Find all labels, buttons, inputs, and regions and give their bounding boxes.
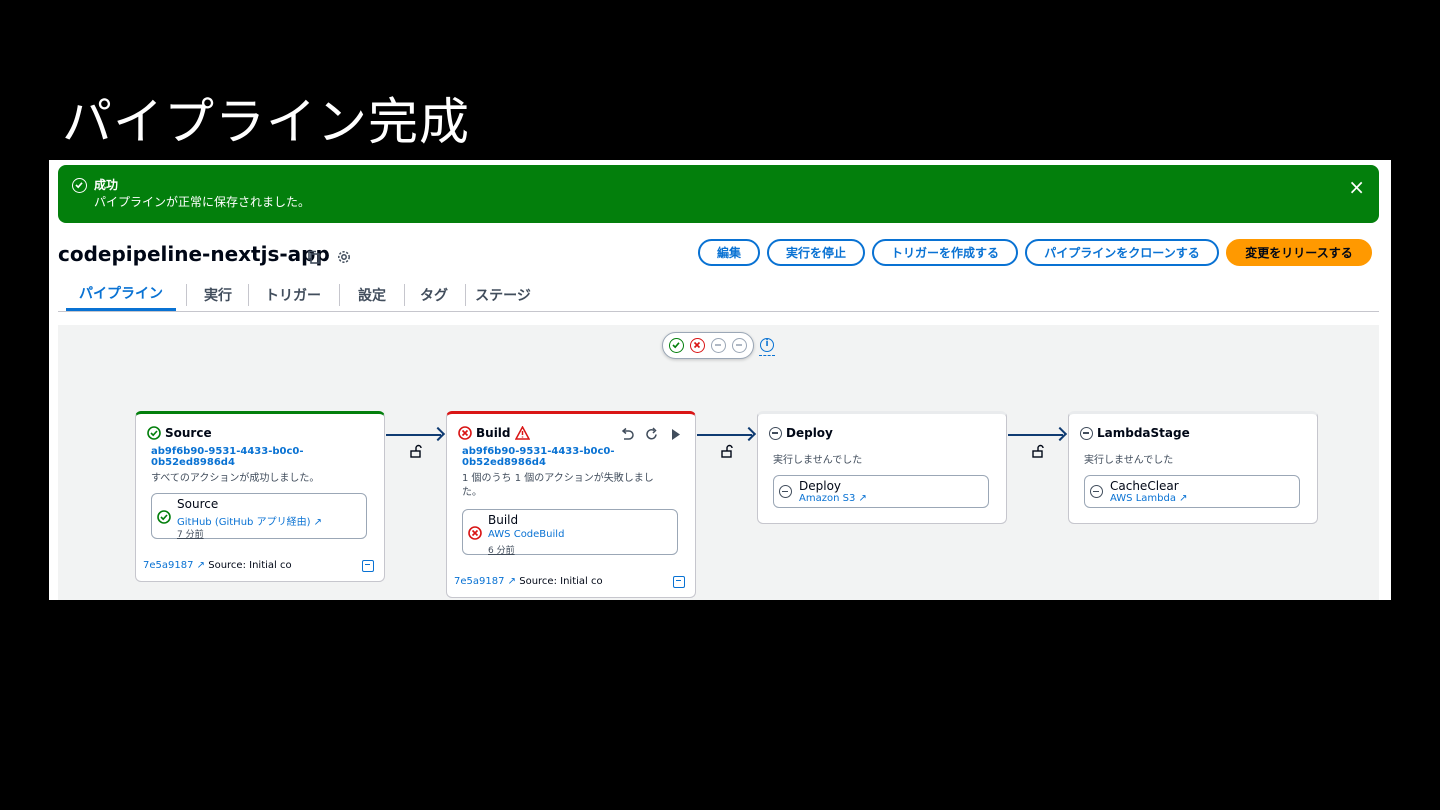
tab-pipeline[interactable]: パイプライン	[66, 278, 176, 311]
status-filter[interactable]	[662, 332, 754, 359]
stage-deploy: Deploy 実行しませんでした Deploy Amazon S3 ↗	[757, 411, 1007, 524]
gear-icon[interactable]	[336, 249, 352, 265]
not-run-icon	[769, 426, 782, 440]
release-change-button[interactable]: 変更をリリースする	[1226, 239, 1372, 266]
transition-arrow	[1008, 434, 1063, 436]
expand-icon[interactable]	[362, 560, 374, 572]
action-name: Deploy	[799, 479, 842, 493]
rollback-icon[interactable]	[620, 427, 635, 442]
warning-icon[interactable]	[514, 426, 530, 440]
not-run-icon	[779, 485, 792, 498]
tab-executions[interactable]: 実行	[192, 278, 244, 311]
copy-icon[interactable]	[306, 249, 322, 265]
action-source: Source GitHub (GitHub アプリ経由) ↗ 7 分前	[151, 493, 367, 540]
slide-title: パイプライン完成	[62, 93, 470, 151]
tab-divider	[339, 284, 340, 306]
edit-button[interactable]: 編集	[698, 239, 760, 266]
tab-stages[interactable]: ステージ	[470, 278, 536, 311]
error-icon	[468, 526, 482, 540]
expand-icon[interactable]	[673, 576, 685, 588]
stage-name: Build	[476, 426, 511, 440]
action-name: CacheClear	[1110, 479, 1179, 493]
success-icon	[157, 510, 171, 524]
clone-pipeline-button[interactable]: パイプラインをクローンする	[1025, 239, 1219, 266]
flash-title: 成功	[94, 178, 119, 192]
success-icon	[147, 426, 161, 440]
tab-divider	[465, 284, 466, 306]
external-link-icon: ↗	[858, 493, 867, 504]
tab-divider	[186, 284, 187, 306]
flash-message: パイプラインが正常に保存されました。	[94, 195, 311, 209]
transition-arrow	[697, 434, 752, 436]
commit-info: 7e5a9187 ↗ Source: Initial co	[143, 560, 292, 571]
stage-build: Build ab9f6b90-9531-4433-b0c0-0b52ed8986…	[446, 411, 696, 598]
stage-message: 実行しませんでした	[1084, 455, 1174, 466]
action-provider-link[interactable]: Amazon S3 ↗	[799, 493, 867, 504]
action-provider-link[interactable]: GitHub (GitHub アプリ経由) ↗	[177, 513, 322, 528]
unlock-icon[interactable]	[409, 444, 423, 458]
external-link-icon: ↗	[507, 576, 517, 587]
external-link-icon: ↗	[313, 517, 323, 528]
action-time: 7 分前	[177, 530, 204, 540]
tab-divider	[248, 284, 249, 306]
error-icon	[458, 426, 472, 440]
action-name: Build	[488, 513, 519, 527]
console-screenshot: 成功 パイプラインが正常に保存されました。 × codepipeline-nex…	[49, 160, 1391, 600]
close-icon[interactable]: ×	[1348, 177, 1365, 197]
commit-message: Source: Initial co	[519, 576, 603, 587]
stage-message: すべてのアクションが成功しました。	[151, 473, 320, 484]
action-provider-link[interactable]: AWS CodeBuild	[488, 529, 564, 540]
unlock-icon[interactable]	[1031, 444, 1045, 458]
play-icon[interactable]	[669, 427, 682, 442]
action-time: 6 分前	[488, 546, 515, 556]
success-flash-bar: 成功 パイプラインが正常に保存されました。 ×	[58, 165, 1379, 223]
pipeline-name: codepipeline-nextjs-app	[58, 242, 330, 266]
tab-tags[interactable]: タグ	[408, 278, 460, 311]
stage-name: Source	[165, 426, 212, 440]
commit-info: 7e5a9187 ↗ Source: Initial co	[454, 576, 603, 587]
execution-id-link[interactable]: ab9f6b90-9531-4433-b0c0-0b52ed8986d4	[151, 446, 384, 468]
execution-id-link[interactable]: ab9f6b90-9531-4433-b0c0-0b52ed8986d4	[462, 446, 695, 468]
stage-lambda: LambdaStage 実行しませんでした CacheClear AWS Lam…	[1068, 411, 1318, 524]
tab-triggers[interactable]: トリガー	[256, 278, 330, 311]
commit-id-link[interactable]: 7e5a9187	[143, 560, 193, 571]
unlock-icon[interactable]	[720, 444, 734, 458]
action-provider-link[interactable]: AWS Lambda ↗	[1110, 493, 1188, 504]
stage-message: 1 個のうち 1 個のアクションが失敗しました。	[462, 473, 654, 498]
info-icon[interactable]: i	[759, 338, 775, 356]
failed-status-icon[interactable]	[690, 338, 705, 353]
tab-settings[interactable]: 設定	[346, 278, 398, 311]
not-run-icon	[1090, 485, 1103, 498]
transition-arrow	[386, 434, 441, 436]
action-cacheclear: CacheClear AWS Lambda ↗	[1084, 475, 1300, 508]
check-circle-icon	[72, 178, 87, 193]
commit-message: Source: Initial co	[208, 560, 292, 571]
action-deploy: Deploy Amazon S3 ↗	[773, 475, 989, 508]
stop-execution-button[interactable]: 実行を停止	[767, 239, 865, 266]
action-build: Build AWS CodeBuild 6 分前	[462, 509, 678, 556]
stage-name: LambdaStage	[1097, 426, 1190, 440]
external-link-icon: ↗	[196, 560, 206, 571]
action-name: Source	[177, 497, 219, 511]
not-run-status-icon[interactable]	[732, 338, 747, 353]
retry-icon[interactable]	[644, 427, 659, 442]
tab-bar: パイプライン 実行 トリガー 設定 タグ ステージ	[58, 278, 1379, 312]
tab-divider	[404, 284, 405, 306]
create-trigger-button[interactable]: トリガーを作成する	[872, 239, 1018, 266]
stage-message: 実行しませんでした	[773, 455, 863, 466]
stopped-status-icon[interactable]	[711, 338, 726, 353]
external-link-icon: ↗	[1179, 493, 1188, 504]
commit-id-link[interactable]: 7e5a9187	[454, 576, 504, 587]
pipeline-canvas: i Source ab9f6b90-9531-4433-b0c0-0b52ed8…	[58, 325, 1379, 600]
stage-source: Source ab9f6b90-9531-4433-b0c0-0b52ed898…	[135, 411, 385, 582]
success-status-icon[interactable]	[669, 338, 684, 353]
stage-name: Deploy	[786, 426, 833, 440]
not-run-icon	[1080, 426, 1093, 440]
